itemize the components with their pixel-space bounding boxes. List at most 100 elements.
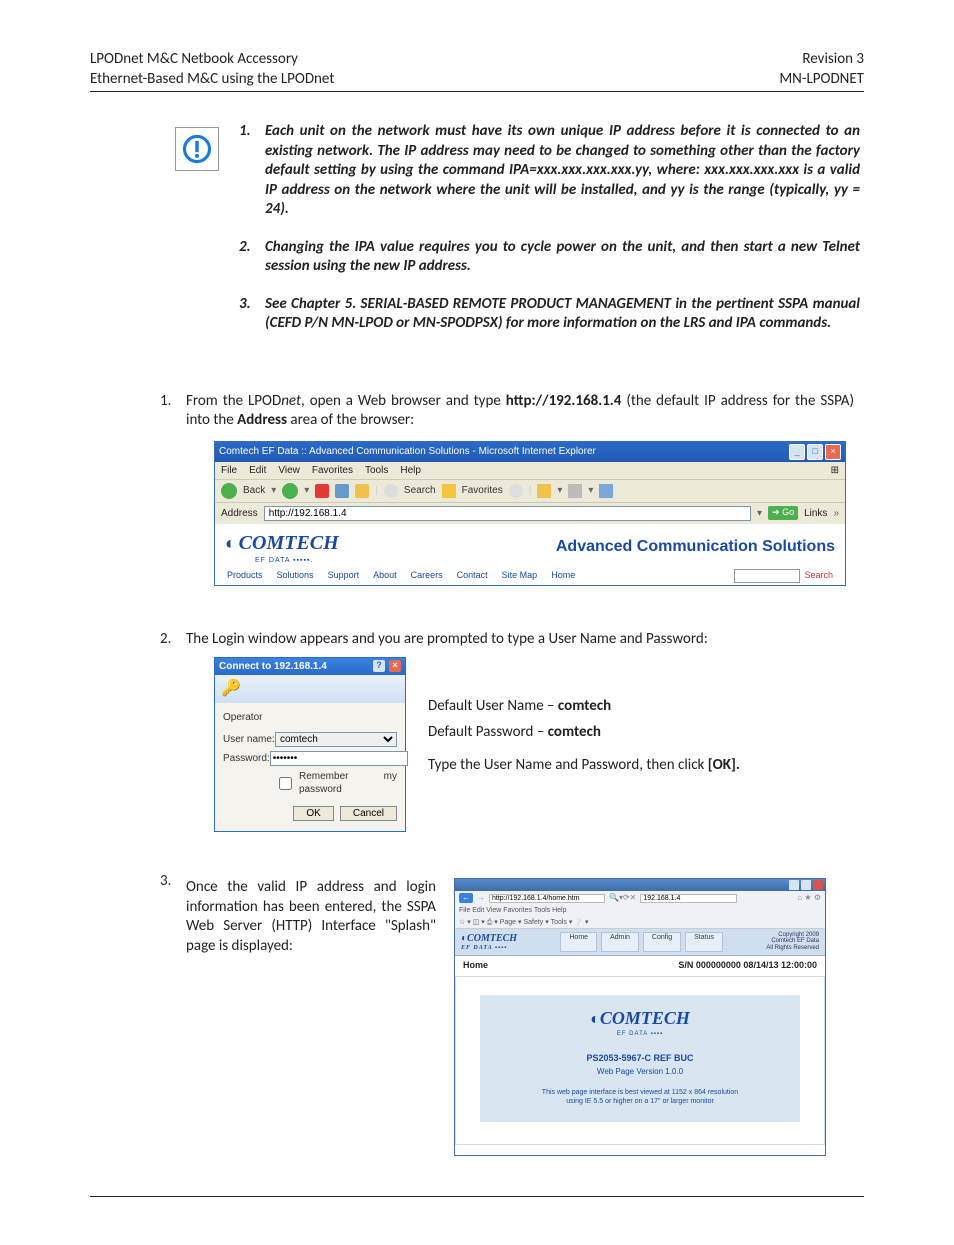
comtech-tagline: Advanced Communication Solutions [556,537,835,558]
comtech-logo-sub: EF DATA ▪▪▪▪▪. [255,556,339,565]
mail-icon[interactable] [537,484,551,498]
header-left-line2: Ethernet-Based M&C using the LPODnet [90,70,334,90]
favorites-icon[interactable] [442,484,456,498]
nav-search-button[interactable]: Search [804,570,833,582]
close-button[interactable]: × [825,444,841,460]
menu-file[interactable]: File [221,464,237,477]
comtech-logo: COMTECH [239,532,339,554]
step3-text: Once the valid IP address and login info… [186,878,436,956]
nav-about[interactable]: About [373,570,397,582]
address-label: Address [221,507,258,520]
splash-titlebar [455,879,825,891]
cancel-button[interactable]: Cancel [340,806,397,821]
fwd-arrow-icon[interactable]: → [477,893,485,903]
stop-icon[interactable] [315,484,329,498]
nav-support[interactable]: Support [328,570,360,582]
splash-copyright: Copyright 2009 Comtech EF Data All Right… [766,932,819,953]
splash-close-button[interactable] [813,880,823,890]
login-section: Operator [223,711,397,724]
tab-status[interactable]: Status [685,932,723,953]
login-window: Connect to 192.168.1.4 ? × 🔑 Operator Us… [214,657,406,832]
nav-sitemap[interactable]: Site Map [502,570,538,582]
splash-address-input[interactable] [489,894,605,903]
ie-toolbar: Back ▾ ▾ | Search Favorites | ▾ [215,479,845,503]
header-right-line2: MN-LPODNET [779,70,864,90]
search-label[interactable]: Search [404,484,436,497]
splash-version: Web Page Version 1.0.0 [490,1067,790,1077]
nav-search-input[interactable] [734,569,800,583]
back-arrow-icon[interactable]: ← [459,893,473,903]
splash-main: ◐COMTECH EF DATA ▪▪▪▪ PS2053-5967-C REF … [455,976,825,1145]
keys-icon: 🔑 [221,679,241,700]
splash-search-input[interactable] [640,894,737,903]
links-label[interactable]: Links [804,507,827,520]
minimize-button[interactable]: _ [789,444,805,460]
menu-view[interactable]: View [278,464,300,477]
menu-edit[interactable]: Edit [249,464,266,477]
step3-num: 3. [160,872,186,1156]
nav-products[interactable]: Products [227,570,263,582]
splash-addrbar: ← → 🔍▾⟳✕ ⌂ ★ ⚙ [455,891,825,905]
print-icon[interactable] [568,484,582,498]
ie-title: Comtech EF Data :: Advanced Communicatio… [219,445,596,458]
login-header: 🔑 [215,675,405,703]
messenger-icon[interactable] [599,484,613,498]
step1-body: From the LPODnet, open a Web browser and… [186,392,854,616]
back-label[interactable]: Back [243,484,265,497]
header-left-line1: LPODnet M&C Netbook Accessory [90,50,334,70]
splash-topbar: ◐COMTECH EF DATA ▪▪▪▪ Home Admin Config … [455,929,825,957]
login-title-text: Connect to 192.168.1.4 [219,660,327,673]
alert-text-1: Each unit on the network must have its o… [265,122,860,220]
tab-home[interactable]: Home [560,932,597,953]
alert-num-1: 1. [239,122,265,220]
history-icon[interactable] [509,484,523,498]
ie-menubar: File Edit View Favorites Tools Help ⊞ [215,462,845,479]
step2-side-text: Default User Name – comtech Default Pass… [428,657,854,782]
tab-config[interactable]: Config [643,932,681,953]
refresh-icon[interactable] [335,484,349,498]
username-input[interactable]: comtech [275,732,397,747]
tab-admin[interactable]: Admin [601,932,639,953]
splash-menu2[interactable]: ☆ ▾ ◫ ▾ ⎙ ▾ Page ▾ Safety ▾ Tools ▾ ❔ ▾ [455,917,825,929]
alert-num-2: 2. [239,238,265,277]
username-label: User name: [223,733,275,746]
splash-home-label: Home [463,960,488,972]
splash-max-button[interactable] [801,880,811,890]
help-button[interactable]: ? [373,660,385,672]
alert-block: 1.Each unit on the network must have its… [90,122,864,352]
remember-checkbox[interactable] [279,777,292,790]
splash-tools-icons[interactable]: ⌂ ★ ⚙ [797,893,821,903]
nav-contact[interactable]: Contact [457,570,488,582]
page-header: LPODnet M&C Netbook Accessory Ethernet-B… [90,50,864,92]
address-input[interactable] [264,506,751,521]
header-right-line1: Revision 3 [779,50,864,70]
back-icon[interactable] [221,483,237,499]
nav-home[interactable]: Home [551,570,575,582]
login-close-button[interactable]: × [389,660,401,672]
password-input[interactable] [270,751,408,766]
maximize-button[interactable]: □ [807,444,823,460]
go-button[interactable]: ➔ Go [768,506,798,520]
comtech-nav: Products Solutions Support About Careers… [225,565,835,583]
home-icon[interactable] [355,484,369,498]
alert-text-3: See Chapter 5. SERIAL-BASED REMOTE PRODU… [265,295,860,334]
splash-logo: COMTECH [600,1008,690,1028]
menu-help[interactable]: Help [400,464,421,477]
password-label: Password: [223,752,270,765]
splash-small-logo: ◐COMTECH EF DATA ▪▪▪▪ [461,932,517,953]
splash-menu[interactable]: File Edit View Favorites Tools Help [455,905,825,916]
nav-solutions[interactable]: Solutions [277,570,314,582]
splash-serial: S/N 000000000 08/14/13 12:00:00 [678,960,817,972]
ie-content: ◐ COMTECH EF DATA ▪▪▪▪▪. Advanced Commun… [215,524,845,585]
ok-button[interactable]: OK [293,806,333,821]
search-icon[interactable] [384,484,398,498]
forward-icon[interactable] [282,483,298,499]
alert-text-2: Changing the IPA value requires you to c… [265,238,860,277]
favorites-label[interactable]: Favorites [462,484,503,497]
splash-window: ← → 🔍▾⟳✕ ⌂ ★ ⚙ File Edit View Favorites … [454,878,826,1156]
splash-min-button[interactable] [789,880,799,890]
menu-tools[interactable]: Tools [365,464,388,477]
remember-label: Remember my password [299,770,397,796]
menu-favorites[interactable]: Favorites [312,464,353,477]
nav-careers[interactable]: Careers [411,570,443,582]
